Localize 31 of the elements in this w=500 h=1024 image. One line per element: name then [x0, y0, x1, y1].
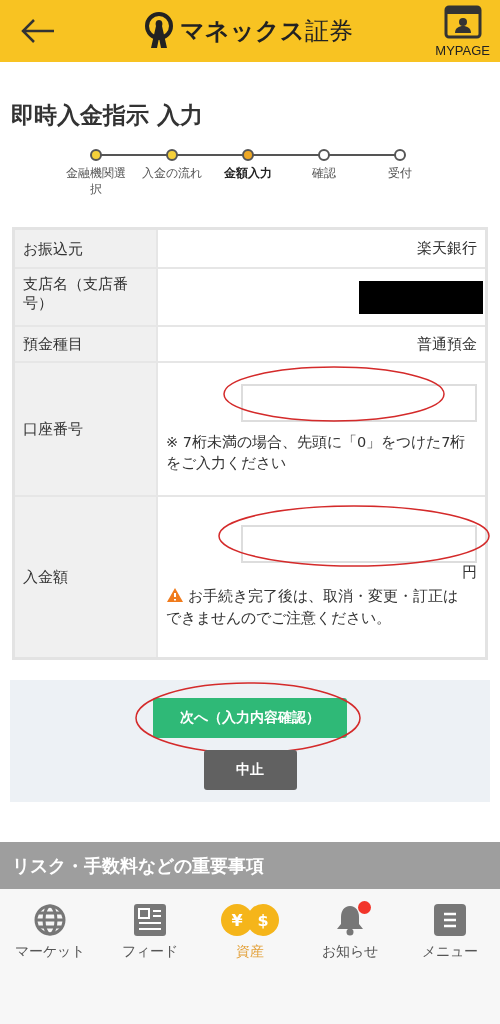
row-label: 支店名（支店番号）	[15, 269, 158, 326]
step-label: 金融機関選択	[65, 165, 127, 198]
step-label: 受付	[387, 165, 413, 182]
globe-icon	[34, 904, 66, 937]
row-value: 楽天銀行	[417, 239, 477, 259]
step-label: 入金の流れ	[141, 165, 203, 182]
nav-item[interactable]: フィード	[100, 903, 200, 972]
currency-unit: 円	[462, 563, 477, 583]
brand-suffix: 証券	[305, 16, 354, 47]
row-label: 入金額	[15, 497, 158, 658]
cancel-button[interactable]: 中止	[203, 750, 297, 791]
input-note: ※ 7桁未満の場合、先頭に「0」をつけた7桁をご入力ください	[166, 432, 467, 474]
account-number-field[interactable]	[241, 383, 477, 422]
row-label: 預金種目	[15, 327, 158, 362]
menu-icon	[434, 904, 466, 937]
nav-item[interactable]: マーケット	[0, 903, 100, 972]
page-title: 即時入金指示 入力	[11, 101, 204, 130]
step-label: 金額入力	[223, 165, 273, 182]
warning-icon	[166, 587, 184, 604]
warning-text: お手続き完了後は、取消・変更・訂正はできませんのでご注意ください。	[166, 586, 459, 628]
row-value: 普通預金	[417, 334, 477, 354]
nav-item[interactable]: メニュー	[400, 903, 500, 972]
bell-icon	[335, 904, 365, 937]
mypage-button[interactable]: MYPAGE	[435, 4, 490, 58]
step-label: 確認	[311, 165, 337, 182]
brand-name: マネックス	[180, 16, 306, 47]
row-label: 口座番号	[15, 363, 158, 496]
nav-item[interactable]: お知らせ	[300, 903, 400, 972]
amount-field[interactable]	[241, 525, 477, 564]
news-icon	[134, 904, 166, 937]
row-label: お振込元	[15, 230, 158, 268]
